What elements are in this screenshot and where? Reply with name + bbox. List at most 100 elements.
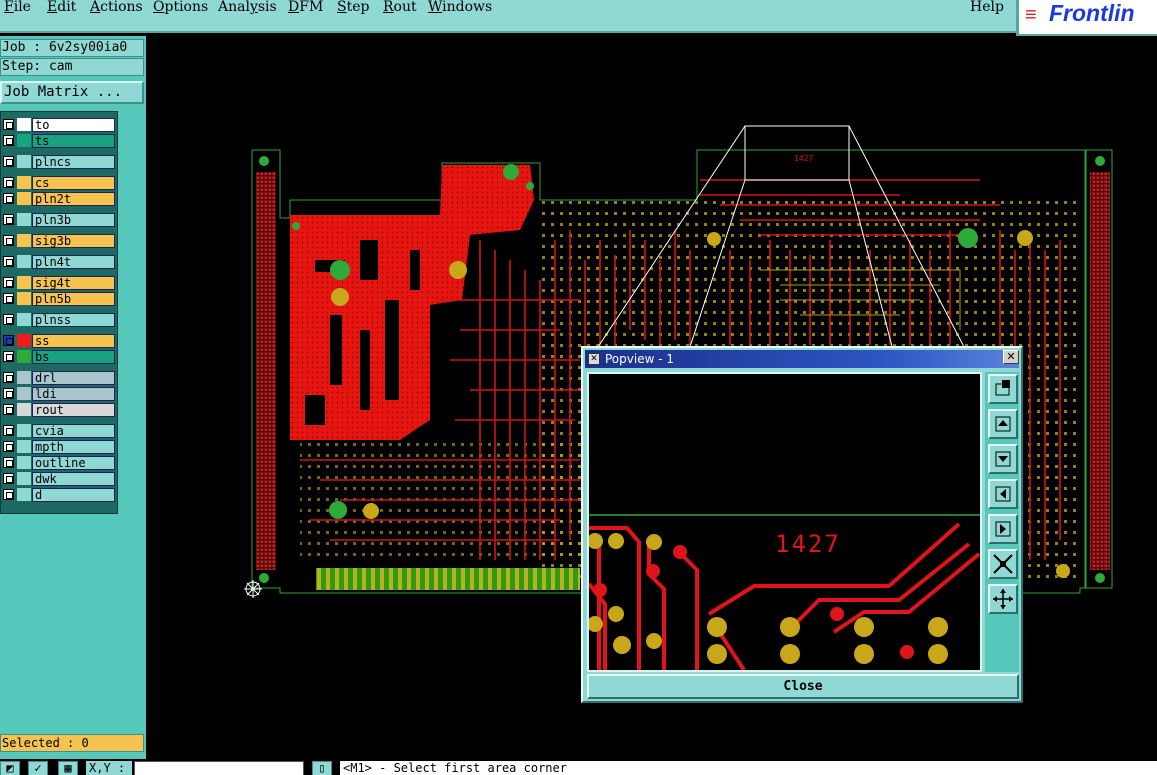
layer-row-bs[interactable]: bs <box>1 349 117 364</box>
layer-checkbox[interactable] <box>3 235 14 246</box>
layer-row-pln5b[interactable]: ⊿pln5b <box>1 291 117 306</box>
layer-checkbox[interactable] <box>3 351 14 362</box>
window-menu-icon[interactable]: ✕ <box>588 353 600 365</box>
layer-row-cvia[interactable]: cvia <box>1 423 117 438</box>
layer-row-to[interactable]: to <box>1 117 117 132</box>
menu-analysis[interactable]: Analysis <box>218 0 277 15</box>
layer-checkbox[interactable] <box>3 314 14 325</box>
layer-checkbox[interactable] <box>3 135 14 146</box>
layer-color-swatch[interactable] <box>17 155 31 168</box>
layer-color-swatch[interactable] <box>17 234 31 247</box>
layer-name[interactable]: ss <box>32 334 115 348</box>
layer-name[interactable]: pln2t <box>32 192 115 206</box>
layer-color-swatch[interactable] <box>17 488 31 501</box>
pan-up-icon[interactable] <box>988 409 1018 439</box>
layer-name[interactable]: d <box>32 488 115 502</box>
layer-checkbox[interactable] <box>3 177 14 188</box>
check-icon[interactable]: ✓ <box>28 761 48 775</box>
layer-checkbox[interactable] <box>3 441 14 452</box>
layer-color-swatch[interactable] <box>17 371 31 384</box>
pan-right-icon[interactable] <box>988 514 1018 544</box>
pan-down-icon[interactable] <box>988 444 1018 474</box>
menu-help[interactable]: Help <box>970 0 1004 15</box>
menu-windows[interactable]: Windows <box>428 0 492 15</box>
layer-color-swatch[interactable] <box>17 192 31 205</box>
layer-row-dwk[interactable]: dwk <box>1 471 117 486</box>
layer-checkbox[interactable] <box>3 156 14 167</box>
menu-edit[interactable]: Edit <box>47 0 76 15</box>
layer-row-ts[interactable]: ts <box>1 133 117 148</box>
layer-row-pln3b[interactable]: pln3b <box>1 212 117 227</box>
layer-checkbox[interactable] <box>3 489 14 500</box>
layer-color-swatch[interactable] <box>17 472 31 485</box>
layer-color-swatch[interactable] <box>17 334 31 347</box>
layer-color-swatch[interactable] <box>17 424 31 437</box>
layer-row-sig4t[interactable]: sig4t <box>1 275 117 290</box>
menu-actions[interactable]: Actions <box>90 0 143 15</box>
layer-name[interactable]: drl <box>32 371 115 385</box>
pan-left-icon[interactable] <box>988 479 1018 509</box>
layer-row-d[interactable]: d <box>1 487 117 502</box>
menu-options[interactable]: Options <box>153 0 208 15</box>
layer-name[interactable]: cvia <box>32 424 115 438</box>
layer-row-plncs[interactable]: plncs <box>1 154 117 169</box>
layer-row-rout[interactable]: rout <box>1 402 117 417</box>
layer-name[interactable]: pln4t <box>32 255 115 269</box>
layer-checkbox[interactable] <box>3 256 14 267</box>
layer-checkbox[interactable] <box>3 473 14 484</box>
layer-row-mpth[interactable]: mpth <box>1 439 117 454</box>
menu-rout[interactable]: Rout <box>383 0 417 15</box>
layer-name[interactable]: cs <box>32 176 115 190</box>
layer-name[interactable]: sig4t <box>32 276 115 290</box>
layer-row-pln2t[interactable]: ⊿pln2t <box>1 191 117 206</box>
zoom-in-icon[interactable] <box>988 584 1018 614</box>
layer-name[interactable]: pln3b <box>32 213 115 227</box>
menu-dfm[interactable]: DFM <box>288 0 323 15</box>
layer-name[interactable]: outline <box>32 456 115 470</box>
layer-name[interactable]: mpth <box>32 440 115 454</box>
layer-name[interactable]: ts <box>32 134 115 148</box>
layer-checkbox[interactable] <box>3 404 14 415</box>
layer-color-swatch[interactable] <box>17 255 31 268</box>
layer-name[interactable]: sig3b <box>32 234 115 248</box>
popview-canvas[interactable]: 1427 <box>587 372 982 672</box>
layer-color-swatch[interactable] <box>17 440 31 453</box>
layer-checkbox[interactable] <box>3 335 14 346</box>
layer-row-plnss[interactable]: plnss <box>1 312 117 327</box>
layer-row-ldi[interactable]: ldi <box>1 386 117 401</box>
prompt-toggle-icon[interactable]: ▯ <box>312 761 332 775</box>
layer-color-swatch[interactable] <box>17 276 31 289</box>
layer-checkbox[interactable] <box>3 425 14 436</box>
layer-name[interactable]: rout <box>32 403 115 417</box>
layer-color-swatch[interactable] <box>17 456 31 469</box>
popview-titlebar[interactable]: ✕ Popview - 1 <box>585 350 1019 368</box>
layer-checkbox[interactable] <box>3 457 14 468</box>
layer-name[interactable]: bs <box>32 350 115 364</box>
menu-file[interactable]: File <box>4 0 31 15</box>
layer-checkbox[interactable] <box>3 388 14 399</box>
layer-checkbox[interactable] <box>3 277 14 288</box>
layer-checkbox[interactable] <box>3 119 14 130</box>
layer-checkbox[interactable] <box>3 193 14 204</box>
layer-color-swatch[interactable] <box>17 387 31 400</box>
zoom-home-icon[interactable] <box>988 374 1018 404</box>
layer-color-swatch[interactable] <box>17 350 31 363</box>
layer-color-swatch[interactable] <box>17 313 31 326</box>
layer-row-cs[interactable]: cs <box>1 175 117 190</box>
zoom-out-icon[interactable] <box>988 549 1018 579</box>
layer-name[interactable]: pln5b <box>32 292 115 306</box>
close-icon[interactable]: ✕ <box>1003 350 1019 364</box>
close-button[interactable]: Close <box>587 674 1019 699</box>
layer-color-swatch[interactable] <box>17 403 31 416</box>
layer-name[interactable]: to <box>32 118 115 132</box>
grid-icon[interactable]: ▦ <box>58 761 78 775</box>
xy-input[interactable] <box>134 761 304 775</box>
layer-name[interactable]: ldi <box>32 387 115 401</box>
layer-color-swatch[interactable] <box>17 213 31 226</box>
layer-color-swatch[interactable] <box>17 292 31 305</box>
layer-checkbox[interactable] <box>3 214 14 225</box>
layer-row-drl[interactable]: drl <box>1 370 117 385</box>
layer-row-pln4t[interactable]: pln4t <box>1 254 117 269</box>
layer-color-swatch[interactable] <box>17 118 31 131</box>
layer-name[interactable]: dwk <box>32 472 115 486</box>
